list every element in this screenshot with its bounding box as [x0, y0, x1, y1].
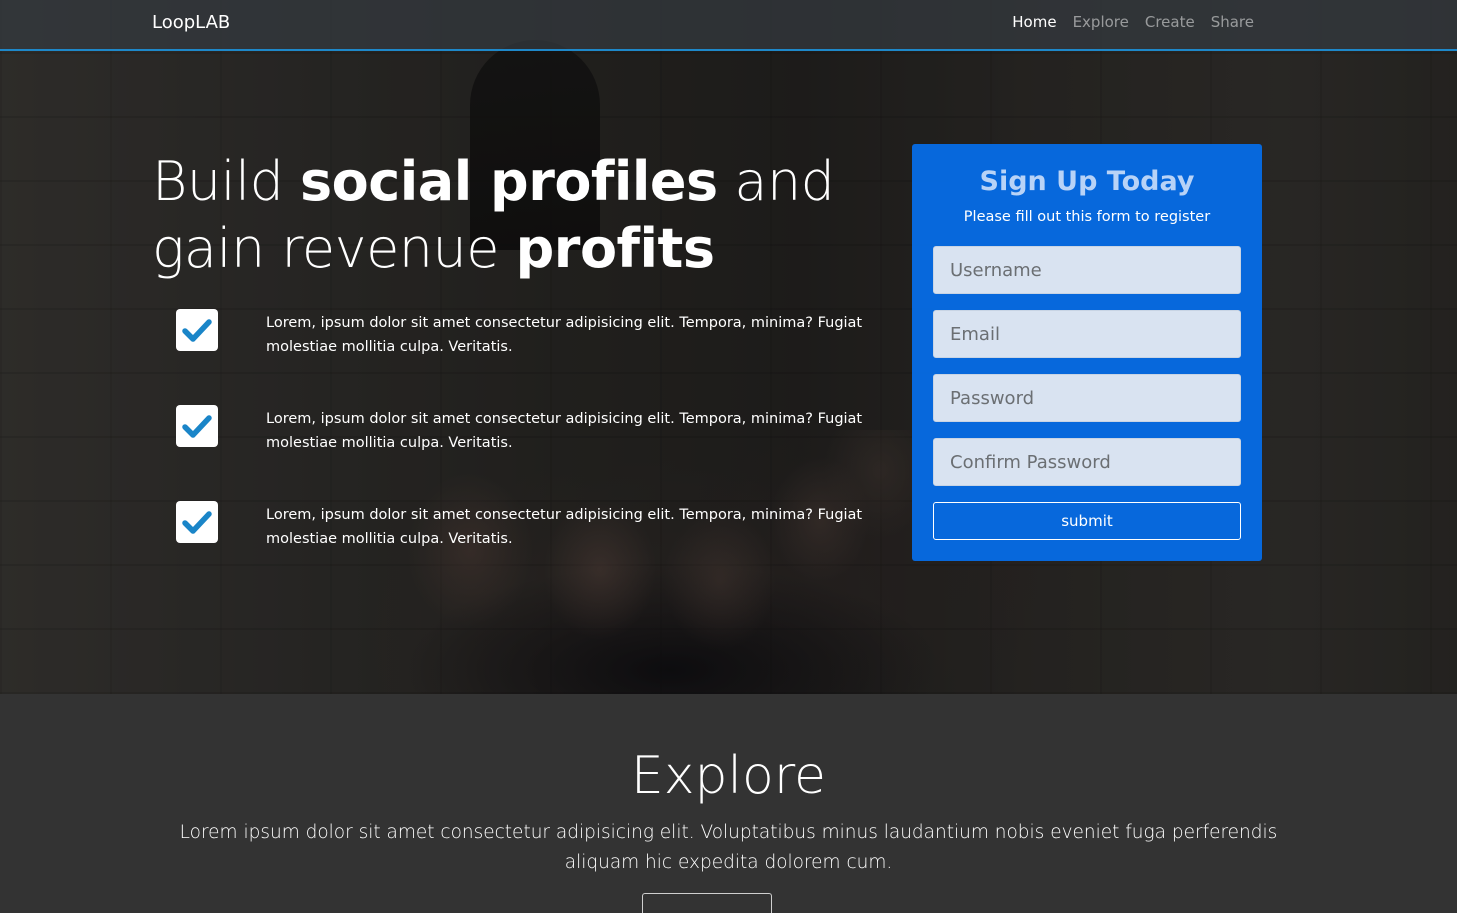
nav-link-home[interactable]: Home — [1012, 13, 1056, 31]
hero-headline: Build social profiles and gain revenue p… — [152, 148, 892, 282]
username-input[interactable] — [933, 246, 1241, 294]
feature-text: Lorem, ipsum dolor sit amet consectetur … — [266, 507, 863, 547]
email-input[interactable] — [933, 310, 1241, 358]
explore-section: Explore Lorem ipsum dolor sit amet conse… — [0, 694, 1457, 913]
confirm-password-input[interactable] — [933, 438, 1241, 486]
feature-item: Lorem, ipsum dolor sit amet consectetur … — [176, 405, 876, 501]
feature-list: Lorem, ipsum dolor sit amet consectetur … — [176, 309, 876, 597]
nav-link-share[interactable]: Share — [1211, 13, 1254, 31]
feature-item: Lorem, ipsum dolor sit amet consectetur … — [176, 309, 876, 405]
headline-bold: profits — [515, 217, 715, 280]
feature-text: Lorem, ipsum dolor sit amet consectetur … — [266, 315, 863, 355]
top-navbar: LoopLAB Home Explore Create Share — [0, 0, 1457, 51]
nav-links: Home Explore Create Share — [1012, 13, 1254, 31]
check-icon — [176, 309, 218, 351]
signup-title: Sign Up Today — [979, 166, 1195, 197]
explore-button[interactable] — [642, 893, 772, 913]
nav-link-create[interactable]: Create — [1145, 13, 1195, 31]
check-icon — [176, 501, 218, 543]
signup-card: Sign Up Today Please fill out this form … — [912, 144, 1262, 561]
brand-logo[interactable]: LoopLAB — [152, 12, 230, 33]
feature-item: Lorem, ipsum dolor sit amet consectetur … — [176, 501, 876, 597]
password-input[interactable] — [933, 374, 1241, 422]
explore-title: Explore — [630, 746, 827, 806]
submit-button[interactable]: submit — [933, 502, 1241, 540]
explore-description: Lorem ipsum dolor sit amet consectetur a… — [179, 822, 1278, 873]
signup-subtitle: Please fill out this form to register — [963, 209, 1211, 225]
check-icon — [176, 405, 218, 447]
headline-text: Build — [152, 150, 301, 213]
nav-link-explore[interactable]: Explore — [1073, 13, 1129, 31]
headline-bold: social profiles — [300, 150, 718, 213]
feature-text: Lorem, ipsum dolor sit amet consectetur … — [266, 411, 863, 451]
